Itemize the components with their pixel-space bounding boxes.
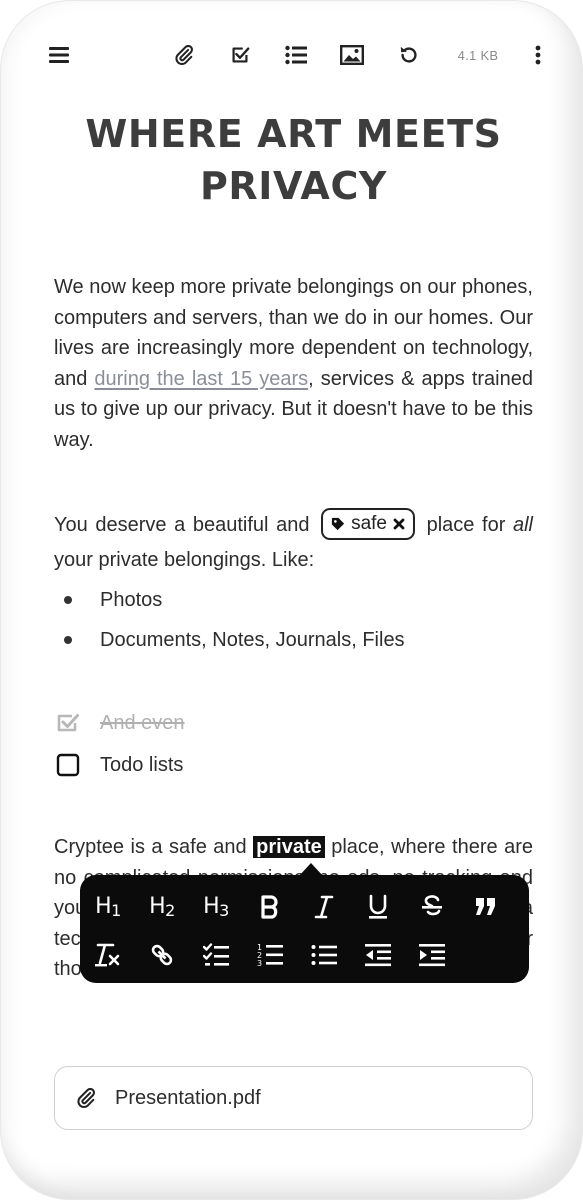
h2-icon: H2: [149, 894, 175, 920]
todo-label: Todo lists: [100, 754, 184, 776]
selected-text[interactable]: private: [253, 836, 325, 858]
undo-button[interactable]: [392, 30, 426, 80]
todo-item[interactable]: Todo lists: [54, 745, 533, 787]
remove-tag-icon[interactable]: [393, 518, 405, 530]
paperclip-icon: [175, 44, 193, 66]
attachment-filename: Presentation.pdf: [115, 1086, 261, 1109]
indent-button[interactable]: [412, 935, 452, 975]
paragraph-belongings[interactable]: You deserve a beautiful and safe place f…: [54, 507, 533, 578]
bullet-list: Photos Documents, Notes, Journals, Files: [54, 583, 533, 663]
checked-checkbox-icon[interactable]: [56, 711, 80, 735]
checklist-icon: [203, 943, 229, 966]
toolbar-caret: [299, 863, 323, 876]
bold-button[interactable]: [250, 887, 290, 927]
file-size-label: 4.1 KB: [457, 47, 499, 63]
paragraph-text: your private belongings. Like:: [54, 549, 315, 571]
tag-label: safe: [351, 513, 387, 535]
bold-icon: [261, 895, 278, 919]
paragraph-text: Cryptee is a safe and: [54, 836, 254, 858]
clear-format-icon: [95, 943, 120, 967]
outdent-icon: [365, 944, 391, 967]
clear-format-button[interactable]: [88, 935, 128, 975]
quote-icon: [476, 898, 495, 915]
app-window: 4.1 KB WHERE ART MEETS PRIVACY We now ke…: [0, 0, 583, 1200]
list-item-label: Photos: [100, 589, 163, 611]
emphasis-text: all: [512, 514, 533, 536]
attachment-card[interactable]: Presentation.pdf: [54, 1066, 533, 1130]
list-item-label: Documents, Notes, Journals, Files: [100, 629, 405, 651]
tag-icon: [331, 517, 345, 530]
heading2-button[interactable]: H2: [142, 887, 182, 927]
list-item[interactable]: Documents, Notes, Journals, Files: [54, 623, 533, 663]
format-toolbar: H1 H2 H3 123: [80, 863, 529, 983]
hamburger-icon: [49, 47, 69, 63]
link-icon: [151, 944, 173, 966]
safe-tag-chip[interactable]: safe: [321, 507, 415, 540]
italic-icon: [314, 895, 334, 919]
outdent-button[interactable]: [358, 935, 398, 975]
paragraph-text: You deserve a beautiful and: [54, 514, 310, 536]
inline-link[interactable]: during the last 15 years: [94, 368, 308, 390]
blockquote-button[interactable]: [466, 887, 506, 927]
italic-button[interactable]: [304, 887, 344, 927]
todo-label: And even: [100, 712, 185, 734]
vertical-dots-icon: [535, 45, 541, 65]
link-button[interactable]: [142, 935, 182, 975]
document-editor[interactable]: WHERE ART MEETS PRIVACY We now keep more…: [54, 100, 533, 1130]
document-title[interactable]: WHERE ART MEETS PRIVACY: [54, 108, 533, 212]
paragraph-text: place for: [426, 514, 513, 536]
task-button[interactable]: [223, 30, 257, 80]
todo-list: And even Todo lists: [54, 703, 533, 787]
menu-button[interactable]: [42, 30, 76, 80]
checklist-button[interactable]: [196, 935, 236, 975]
heading3-button[interactable]: H3: [196, 887, 236, 927]
bullet-icon: [64, 636, 72, 644]
more-options-button[interactable]: [521, 30, 555, 80]
todo-item[interactable]: And even: [54, 703, 533, 745]
checkbox-icon: [232, 47, 250, 63]
list-item[interactable]: Photos: [54, 583, 533, 623]
svg-text:3: 3: [257, 959, 262, 968]
top-toolbar: 4.1 KB: [0, 30, 583, 80]
attach-button[interactable]: [167, 30, 201, 80]
image-icon: [340, 45, 364, 65]
ordered-list-button[interactable]: 123: [250, 935, 290, 975]
strikethrough-button[interactable]: [412, 887, 452, 927]
list-button[interactable]: [279, 30, 313, 80]
bullet-list-icon: [311, 945, 337, 965]
indent-icon: [419, 944, 445, 967]
strikethrough-icon: [422, 895, 442, 916]
undo-icon: [400, 46, 417, 63]
paragraph-intro[interactable]: We now keep more private belongings on o…: [54, 272, 533, 455]
heading1-button[interactable]: H1: [88, 887, 128, 927]
h3-icon: H3: [203, 894, 229, 920]
ordered-list-icon: 123: [257, 943, 283, 968]
underline-icon: [369, 894, 387, 919]
bullet-list-button[interactable]: [304, 935, 344, 975]
unchecked-checkbox-icon[interactable]: [56, 753, 80, 777]
image-button[interactable]: [335, 30, 369, 80]
h1-icon: H1: [95, 894, 121, 920]
bullet-icon: [64, 596, 72, 604]
paperclip-icon: [77, 1087, 95, 1109]
bullet-list-icon: [285, 45, 307, 65]
underline-button[interactable]: [358, 887, 398, 927]
